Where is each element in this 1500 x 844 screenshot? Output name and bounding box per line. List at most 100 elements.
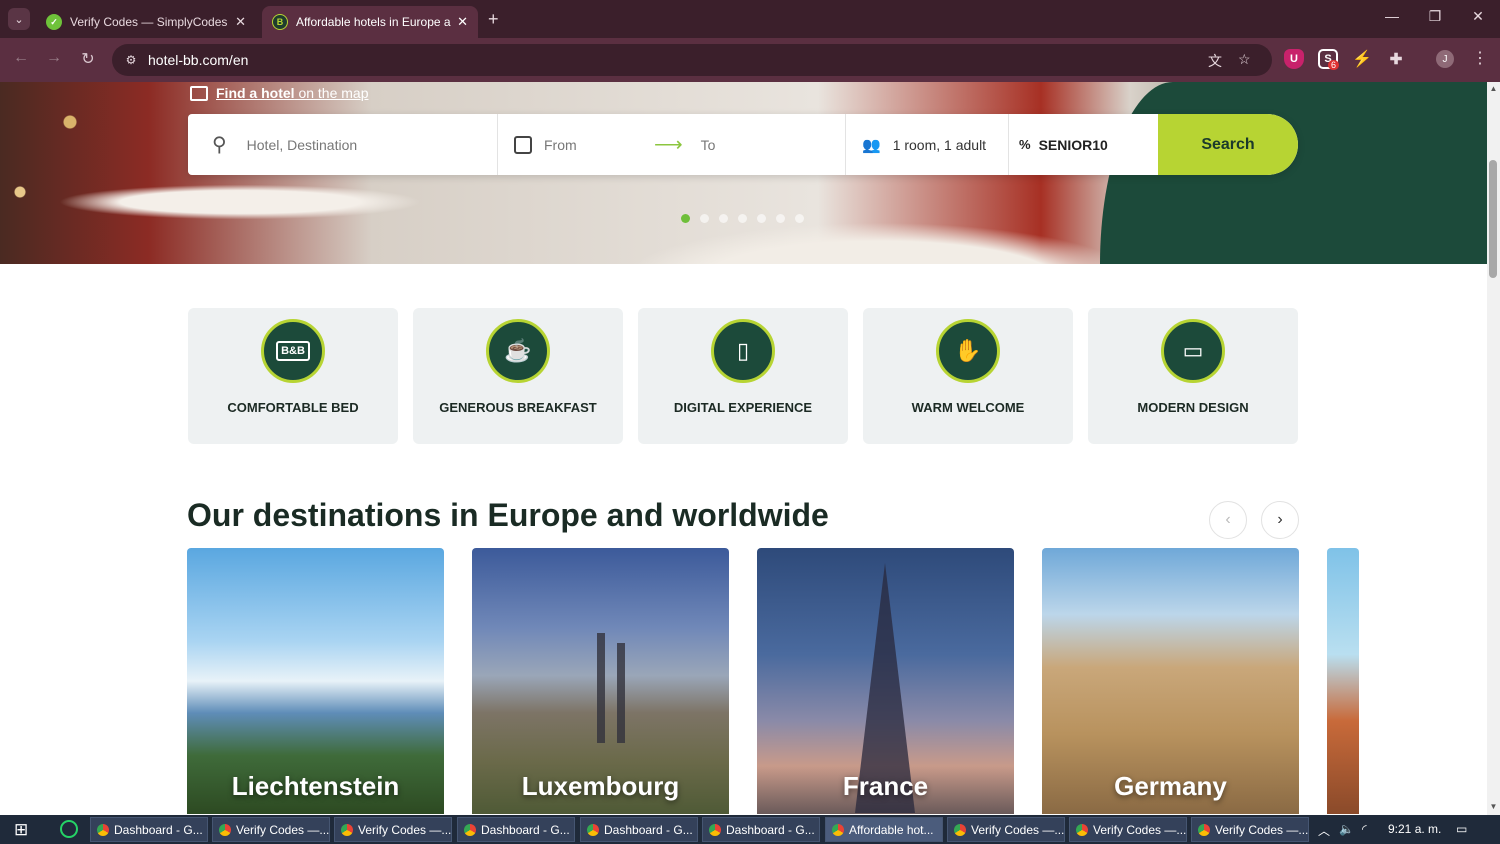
avatar[interactable]: J	[1436, 50, 1454, 68]
tab-hotel-bb[interactable]: B Affordable hotels in Europe and ✕	[262, 6, 478, 38]
feature-generous-breakfast: ☕ GENEROUS BREAKFAST	[413, 308, 623, 444]
address-bar[interactable]: ⚙ hotel-bb.com/en 文 ☆	[112, 44, 1272, 76]
map-icon	[190, 85, 208, 101]
window-close-icon[interactable]: ✕	[1468, 8, 1488, 25]
slider-dot[interactable]	[700, 214, 709, 223]
destination-name: Liechtenstein	[231, 771, 400, 801]
feature-label: MODERN DESIGN	[1137, 400, 1249, 415]
map-link-text: Find a hotel on the map	[216, 85, 369, 101]
taskbar-item[interactable]: Dashboard - G...	[457, 817, 575, 842]
feature-warm-welcome: ✋ WARM WELCOME	[863, 308, 1073, 444]
whatsapp-icon[interactable]	[60, 820, 78, 838]
volume-icon[interactable]: 🔈	[1339, 822, 1354, 836]
tab-simplycodes[interactable]: ✓ Verify Codes — SimplyCodes ✕	[36, 6, 256, 38]
page-scrollbar[interactable]: ▲ ▼	[1487, 82, 1500, 815]
restore-icon[interactable]: ❐	[1425, 8, 1445, 25]
slider-dot[interactable]	[738, 214, 747, 223]
hotel-bb-favicon-icon: B	[272, 14, 288, 30]
destination-card-liechtenstein[interactable]: Liechtenstein	[187, 548, 444, 814]
site-info-icon[interactable]: ⚙	[122, 51, 140, 69]
network-icon[interactable]: ◜	[1362, 822, 1367, 836]
from-date[interactable]: From	[544, 137, 654, 153]
chrome-icon	[464, 823, 476, 836]
taskbar-item[interactable]: Verify Codes —...	[1069, 817, 1187, 842]
chrome-icon	[1076, 823, 1088, 836]
browser-toolbar: ← → ↻ ⚙ hotel-bb.com/en 文 ☆	[0, 38, 1500, 82]
chrome-icon	[954, 823, 966, 836]
chrome-icon	[1198, 823, 1210, 836]
chevron-down-icon: ⌄	[14, 13, 24, 26]
handshake-icon: ✋	[936, 319, 1000, 383]
plus-icon[interactable]: +	[488, 9, 499, 30]
forward-icon[interactable]: →	[43, 49, 65, 67]
to-date[interactable]: To	[701, 137, 716, 153]
slider-dot[interactable]	[795, 214, 804, 223]
clock[interactable]: 9:21 a. m.	[1388, 822, 1441, 836]
menu-icon[interactable]: ⋮	[1472, 48, 1488, 68]
rooms-guests-field[interactable]: 👥 1 room, 1 adult	[846, 114, 1009, 175]
phone-icon: ▯	[711, 319, 775, 383]
bed-icon: B&B	[261, 319, 325, 383]
slider-dot[interactable]	[719, 214, 728, 223]
feature-label: COMFORTABLE BED	[227, 400, 359, 415]
taskbar-item[interactable]: Verify Codes —...	[212, 817, 330, 842]
calendar-icon	[514, 135, 532, 154]
scroll-thumb[interactable]	[1489, 160, 1497, 278]
taskbar-item[interactable]: Verify Codes —...	[947, 817, 1065, 842]
taskbar-item[interactable]: Dashboard - G...	[90, 817, 208, 842]
tab-title: Verify Codes — SimplyCodes	[70, 15, 228, 29]
find-hotel-map-link[interactable]: Find a hotel on the map	[190, 85, 369, 101]
simplycodes-favicon-icon: ✓	[46, 14, 62, 30]
reload-icon[interactable]: ↻	[77, 49, 99, 69]
destination-card-luxembourg[interactable]: Luxembourg	[472, 548, 729, 814]
percent-icon: %	[1019, 137, 1031, 152]
search-form: ⚲ From ⟶ To 👥 1 room, 1 adult % SENIOR10…	[188, 114, 1298, 175]
chrome-icon	[341, 823, 353, 836]
hero-banner: Find a hotel on the map ⚲ From ⟶ To 👥 1 …	[0, 82, 1487, 264]
tab-search-button[interactable]: ⌄	[8, 8, 30, 30]
slider-dot[interactable]	[776, 214, 785, 223]
promo-code-value: SENIOR10	[1038, 136, 1108, 153]
promo-code-field[interactable]: % SENIOR10	[1009, 114, 1158, 175]
destination-card-germany[interactable]: Germany	[1042, 548, 1299, 814]
taskbar-item[interactable]: Dashboard - G...	[580, 817, 698, 842]
carousel-next-button[interactable]: ›	[1261, 501, 1299, 539]
close-icon[interactable]: ✕	[235, 14, 246, 30]
destination-input[interactable]	[246, 136, 467, 153]
chrome-icon	[587, 823, 599, 836]
chrome-icon	[832, 823, 844, 836]
scroll-down-icon[interactable]: ▼	[1487, 802, 1500, 811]
search-icon: ⚲	[212, 134, 227, 156]
feature-label: WARM WELCOME	[911, 400, 1025, 415]
scroll-up-icon[interactable]: ▲	[1487, 84, 1500, 93]
date-range-field[interactable]: From ⟶ To	[498, 114, 846, 175]
arrow-right-icon: ⟶	[654, 134, 683, 156]
tray-chevron-up-icon[interactable]: ︿	[1318, 822, 1330, 839]
tab-bar: ⌄ ✓ Verify Codes — SimplyCodes ✕ B Affor…	[0, 0, 1500, 38]
translate-icon[interactable]: 文	[1208, 51, 1222, 71]
ublock-icon[interactable]: U	[1284, 49, 1304, 69]
slider-dots	[681, 214, 804, 223]
taskbar-item[interactable]: Verify Codes —...	[334, 817, 452, 842]
windows-start-icon[interactable]: ⊞	[14, 820, 28, 840]
destination-field[interactable]: ⚲	[188, 114, 498, 175]
search-button[interactable]: Search	[1158, 114, 1298, 175]
star-icon[interactable]: ☆	[1238, 51, 1251, 68]
close-icon[interactable]: ✕	[457, 14, 468, 30]
destination-card-partial[interactable]	[1327, 548, 1359, 814]
taskbar-item[interactable]: Dashboard - G...	[702, 817, 820, 842]
coffee-icon: ☕	[486, 319, 550, 383]
minimize-icon[interactable]: —	[1382, 8, 1402, 24]
puzzle-icon[interactable]: ✚	[1386, 49, 1406, 69]
slider-dot[interactable]	[757, 214, 766, 223]
taskbar-item-active[interactable]: Affordable hot...	[825, 817, 943, 842]
chrome-icon	[97, 823, 109, 836]
taskbar-item[interactable]: Verify Codes —...	[1191, 817, 1309, 842]
destination-card-france[interactable]: France	[757, 548, 1014, 814]
back-icon[interactable]: ←	[10, 49, 32, 67]
bolt-icon[interactable]: ⚡	[1352, 49, 1372, 69]
carousel-prev-button[interactable]: ‹	[1209, 501, 1247, 539]
slider-dot[interactable]	[681, 214, 690, 223]
chrome-icon	[709, 823, 721, 836]
notifications-icon[interactable]: ▭	[1456, 822, 1467, 836]
